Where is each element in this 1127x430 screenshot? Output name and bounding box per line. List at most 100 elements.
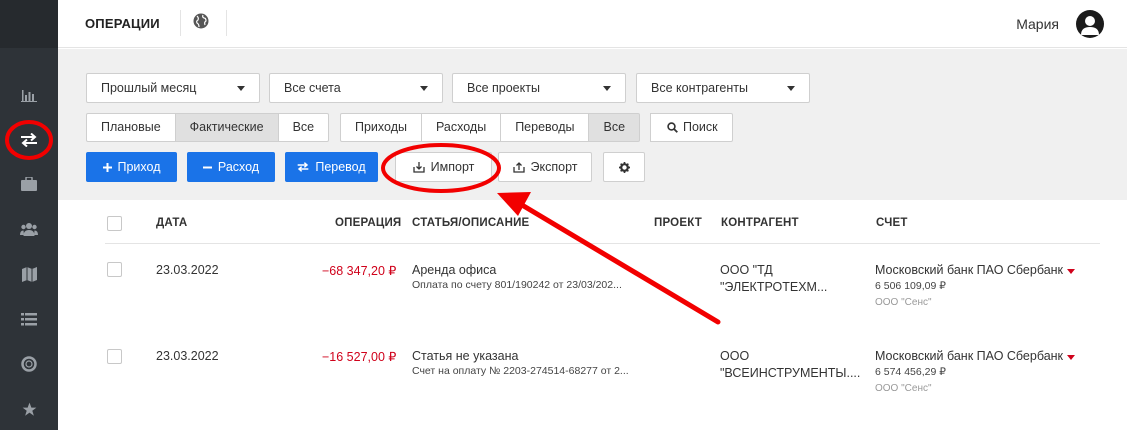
column-header-project[interactable]: ПРОЕКТ [654,217,702,229]
row-article: Аренда офиса [412,263,497,277]
operation-type-toggle: Приходы Расходы Переводы Все [340,113,641,142]
row-checkbox[interactable] [107,349,122,364]
accounts-select[interactable]: Все счета [269,73,443,103]
briefcase-icon [21,177,37,191]
row-contractor: ООО "ТД [720,263,773,277]
globe-icon [193,13,209,29]
toggle-all-types[interactable]: Все [588,113,641,142]
divider [180,10,181,36]
search-button[interactable]: Поиск [650,113,733,142]
add-income-button[interactable]: Приход [86,152,177,182]
period-select-value: Прошлый месяц [101,81,197,95]
divider [226,10,227,36]
column-header-article[interactable]: СТАТЬЯ/ОПИСАНИЕ [412,217,529,229]
projects-select[interactable]: Все проекты [452,73,626,103]
projects-select-value: Все проекты [467,81,540,95]
row-description: Счет на оплату № 2203-274514-68277 от 2.… [412,365,629,377]
sidebar-item-contractors[interactable] [0,211,58,247]
period-select[interactable]: Прошлый месяц [86,73,260,103]
globe-button[interactable] [193,13,209,32]
add-expense-label: Расход [217,160,260,174]
row-contractor: ООО [720,349,750,363]
row-date: 23.03.2022 [156,349,219,363]
avatar[interactable] [1076,10,1104,38]
map-icon [21,266,37,282]
row-contractor-cont: "ВСЕИНСТРУМЕНТЫ.... [720,366,861,380]
search-icon [667,122,678,133]
caret-down-icon [420,86,428,91]
import-button[interactable]: Импорт [395,152,492,182]
add-transfer-label: Перевод [315,160,366,174]
row-company: ООО "Сенс" [875,297,932,308]
plan-fact-toggle: Плановые Фактические Все [86,113,330,142]
row-checkbox[interactable] [107,262,122,277]
add-transfer-button[interactable]: Перевод [285,152,378,182]
minus-icon [202,166,212,168]
export-button[interactable]: Экспорт [498,152,592,182]
sidebar-item-reports[interactable] [0,77,58,113]
row-amount: −68 347,20 ₽ [322,264,397,278]
account-dropdown-icon[interactable] [1067,355,1075,360]
row-balance: 6 574 456,29 ₽ [875,366,946,378]
toggle-all-plan[interactable]: Все [277,113,330,142]
export-label: Экспорт [530,160,578,174]
toggle-expense[interactable]: Расходы [420,113,502,142]
sidebar [0,0,58,430]
toggle-planned[interactable]: Плановые [86,113,176,142]
column-header-date[interactable]: ДАТА [156,217,187,229]
export-icon [512,161,525,173]
row-article: Статья не указана [412,349,519,363]
sidebar-logo-area [0,0,58,48]
caret-down-icon [603,86,611,91]
account-dropdown-icon[interactable] [1067,269,1075,274]
transfer-arrows-icon [21,133,37,147]
column-header-operation[interactable]: ОПЕРАЦИЯ [335,217,401,229]
sidebar-item-support[interactable] [0,346,58,382]
toggle-income[interactable]: Приходы [340,113,422,142]
star-icon [22,402,36,416]
row-description: Оплата по счету 801/190242 от 23/03/202.… [412,279,622,291]
sidebar-item-projects[interactable] [0,166,58,202]
sidebar-item-list[interactable] [0,301,58,337]
gear-icon [618,161,630,173]
bar-chart-icon [21,90,37,102]
filter-panel: Прошлый месяц Все счета Все проекты Все … [58,49,1127,200]
sidebar-item-favorites[interactable] [0,391,58,427]
caret-down-icon [237,86,245,91]
caret-down-icon [787,86,795,91]
sidebar-item-map[interactable] [0,256,58,292]
row-contractor-cont: "ЭЛЕКТРОТЕХМ... [720,280,828,294]
column-header-contractor[interactable]: КОНТРАГЕНТ [721,217,799,229]
lifebuoy-icon [21,356,37,372]
add-income-label: Приход [117,160,161,174]
page-title: ОПЕРАЦИИ [85,16,160,31]
transfer-arrows-icon [298,162,309,172]
row-amount: −16 527,00 ₽ [322,350,397,364]
settings-button[interactable] [603,152,645,182]
row-company: ООО "Сенс" [875,383,932,394]
user-avatar-icon [1081,16,1099,35]
import-label: Импорт [430,160,475,174]
users-icon [20,223,38,236]
top-bar: ОПЕРАЦИИ Мария [58,0,1127,48]
add-expense-button[interactable]: Расход [187,152,275,182]
row-date: 23.03.2022 [156,263,219,277]
operations-table: ДАТА ОПЕРАЦИЯ СТАТЬЯ/ОПИСАНИЕ ПРОЕКТ КОН… [58,200,1127,430]
row-account: Московский банк ПАО Сбербанк [875,263,1064,277]
search-group: Поиск [650,113,733,142]
sidebar-item-operations[interactable] [0,122,58,158]
column-header-account[interactable]: СЧЕТ [876,217,908,229]
accounts-select-value: Все счета [284,81,341,95]
contractors-select[interactable]: Все контрагенты [636,73,810,103]
header-divider [105,243,1100,244]
search-button-label: Поиск [683,120,718,134]
list-icon [21,312,37,325]
toggle-actual[interactable]: Фактические [174,113,279,142]
row-balance: 6 506 109,09 ₽ [875,280,946,292]
import-icon [412,161,425,173]
row-account: Московский банк ПАО Сбербанк [875,349,1064,363]
user-name[interactable]: Мария [1016,16,1059,32]
contractors-select-value: Все контрагенты [651,81,748,95]
toggle-transfers[interactable]: Переводы [500,113,590,142]
select-all-checkbox[interactable] [107,216,122,231]
